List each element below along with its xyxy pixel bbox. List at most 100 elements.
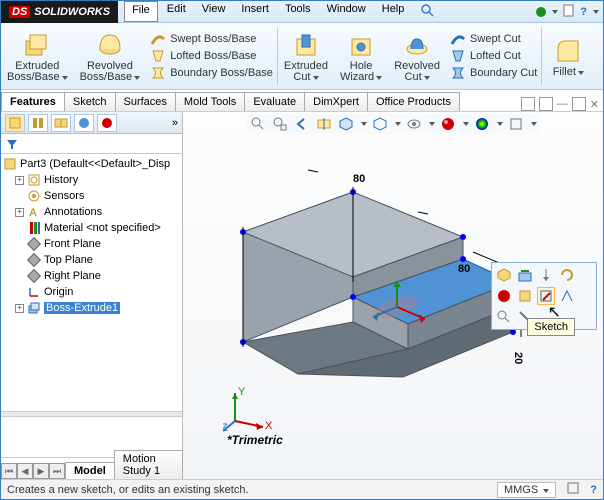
- dropdown-icon[interactable]: [593, 10, 599, 14]
- minimize-icon[interactable]: —: [557, 98, 568, 110]
- tab-surfaces[interactable]: Surfaces: [115, 92, 176, 111]
- view-settings-icon[interactable]: [507, 115, 525, 133]
- section-view-icon[interactable]: [315, 115, 333, 133]
- close-icon[interactable]: ✕: [590, 98, 599, 111]
- filter-bar[interactable]: [1, 134, 182, 154]
- boundary-boss-button[interactable]: Boundary Boss/Base: [150, 65, 273, 81]
- extruded-cut-icon: [292, 31, 320, 59]
- ctx-normal-to-icon[interactable]: [516, 287, 534, 305]
- ctx-rollback-icon[interactable]: [558, 266, 576, 284]
- tree-right-plane[interactable]: Right Plane: [3, 268, 180, 284]
- tab-sketch[interactable]: Sketch: [64, 92, 116, 111]
- tab-mold-tools[interactable]: Mold Tools: [175, 92, 245, 111]
- lofted-cut-button[interactable]: Lofted Cut: [450, 48, 537, 64]
- boundary-cut-button[interactable]: Boundary Cut: [450, 65, 537, 81]
- hole-wizard-icon: [347, 31, 375, 59]
- zoom-area-icon[interactable]: [271, 115, 289, 133]
- status-bar: Creates a new sketch, or edits an existi…: [1, 479, 603, 499]
- nav-next-icon[interactable]: ▶: [33, 463, 49, 479]
- extruded-boss-button[interactable]: ExtrudedBoss/Base: [1, 23, 74, 89]
- appearance-icon[interactable]: [439, 115, 457, 133]
- tab-model[interactable]: Model: [65, 462, 115, 479]
- graphics-viewport[interactable]: 80 80 100 20 ↖ Sketch Y X Z: [183, 112, 603, 479]
- tab-motion-study[interactable]: Motion Study 1: [114, 450, 183, 479]
- menu-tools[interactable]: Tools: [278, 1, 318, 22]
- tab-dimxpert[interactable]: DimXpert: [304, 92, 368, 111]
- part-icon: [3, 157, 17, 171]
- configurationmanager-tab[interactable]: [51, 114, 71, 132]
- prev-view-icon[interactable]: [293, 115, 311, 133]
- status-dot-icon[interactable]: [536, 7, 546, 17]
- filter-icon: [5, 137, 19, 151]
- menu-insert[interactable]: Insert: [234, 1, 276, 22]
- tree-annotations[interactable]: + A Annotations: [3, 204, 180, 220]
- revolved-cut-button[interactable]: RevolvedCut: [388, 23, 446, 89]
- expand-icon[interactable]: +: [15, 208, 24, 217]
- dimxpertmanager-tab[interactable]: [74, 114, 94, 132]
- menu-window[interactable]: Window: [320, 1, 373, 22]
- svg-text:80: 80: [458, 263, 470, 275]
- extruded-cut-button[interactable]: ExtrudedCut: [278, 23, 334, 89]
- label: RevolvedBoss/Base: [80, 61, 141, 83]
- plane-icon: [27, 269, 41, 283]
- view-triad[interactable]: Y X Z: [223, 383, 273, 433]
- expand-icon[interactable]: +: [15, 304, 24, 313]
- propertymanager-tab[interactable]: [28, 114, 48, 132]
- zoom-fit-icon[interactable]: [249, 115, 267, 133]
- dropdown-icon[interactable]: [552, 10, 558, 14]
- plane-icon: [27, 237, 41, 251]
- swept-cut-button[interactable]: Swept Cut: [450, 31, 537, 47]
- tab-office-products[interactable]: Office Products: [367, 92, 460, 111]
- tab-evaluate[interactable]: Evaluate: [244, 92, 305, 111]
- app-name: SOLIDWORKS: [34, 6, 110, 18]
- svg-text:Z: Z: [223, 422, 228, 433]
- revolved-boss-button[interactable]: RevolvedBoss/Base: [74, 23, 147, 89]
- tab-features[interactable]: Features: [1, 92, 65, 111]
- nav-last-icon[interactable]: ⏭: [49, 463, 65, 479]
- ctx-zoom-sel-icon[interactable]: [495, 308, 513, 326]
- tree-material[interactable]: Material <not specified>: [3, 220, 180, 236]
- hole-wizard-button[interactable]: HoleWizard: [334, 23, 388, 89]
- panel-icon-2[interactable]: [539, 97, 553, 111]
- tree-history[interactable]: + History: [3, 172, 180, 188]
- nav-prev-icon[interactable]: ◀: [17, 463, 33, 479]
- scene-icon[interactable]: [473, 115, 491, 133]
- ctx-appearance-icon[interactable]: [495, 287, 513, 305]
- ctx-insert-icon[interactable]: [537, 266, 555, 284]
- menu-view[interactable]: View: [195, 1, 233, 22]
- model-geometry[interactable]: 80 80 100 20: [203, 142, 523, 402]
- featuremanager-tab[interactable]: [5, 114, 25, 132]
- expand-icon[interactable]: +: [15, 176, 24, 185]
- help-status-icon[interactable]: ?: [590, 484, 597, 496]
- swept-boss-button[interactable]: Swept Boss/Base: [150, 31, 273, 47]
- displaymanager-tab[interactable]: [97, 114, 117, 132]
- menu-edit[interactable]: Edit: [160, 1, 193, 22]
- label: ExtrudedBoss/Base: [7, 61, 68, 83]
- menu-file[interactable]: File: [124, 1, 158, 22]
- tree-origin[interactable]: Origin: [3, 284, 180, 300]
- tree-boss-extrude1[interactable]: + Boss-Extrude1: [3, 300, 180, 316]
- ctx-zoom-icon[interactable]: [495, 266, 513, 284]
- tree-front-plane[interactable]: Front Plane: [3, 236, 180, 252]
- fillet-button[interactable]: Fillet: [542, 23, 594, 89]
- maximize-icon[interactable]: [572, 97, 586, 111]
- svg-text:Y: Y: [238, 386, 246, 398]
- units-button[interactable]: MMGS: [497, 482, 556, 498]
- search-icon[interactable]: [413, 1, 441, 22]
- nav-first-icon[interactable]: ⏮: [1, 463, 17, 479]
- tree-top-plane[interactable]: Top Plane: [3, 252, 180, 268]
- view-orientation-icon[interactable]: [337, 115, 355, 133]
- tree-sensors[interactable]: Sensors: [3, 188, 180, 204]
- new-doc-icon[interactable]: [562, 3, 576, 20]
- panel-icon-1[interactable]: [521, 97, 535, 111]
- panel-expand-icon[interactable]: »: [172, 117, 178, 129]
- menu-help[interactable]: Help: [375, 1, 412, 22]
- hide-show-icon[interactable]: [405, 115, 423, 133]
- display-style-icon[interactable]: [371, 115, 389, 133]
- status-icon[interactable]: [566, 481, 580, 498]
- help-icon[interactable]: ?: [580, 6, 587, 18]
- lofted-boss-button[interactable]: Lofted Boss/Base: [150, 48, 273, 64]
- boundary-boss-icon: [150, 65, 166, 81]
- tree-root[interactable]: Part3 (Default<<Default>_Disp: [3, 156, 180, 172]
- ctx-edit-feature-icon[interactable]: [516, 266, 534, 284]
